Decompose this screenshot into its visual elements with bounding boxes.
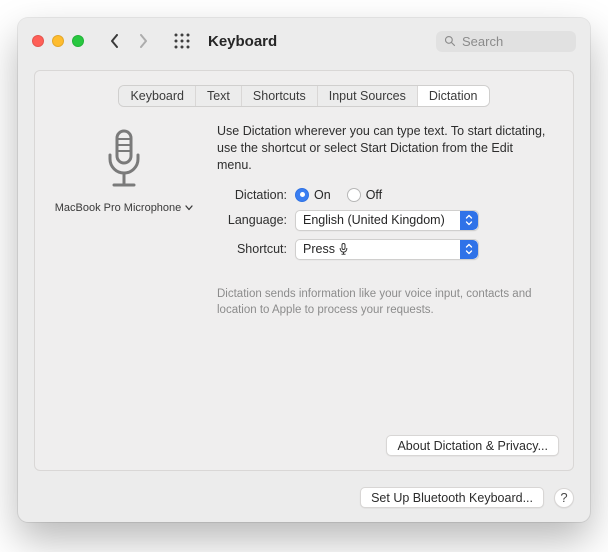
titlebar: Keyboard Search (18, 18, 590, 64)
nav-arrows (108, 34, 150, 48)
zoom-window-button[interactable] (72, 35, 84, 47)
shortcut-popup[interactable]: Press (295, 239, 479, 260)
microphone-glyph-icon (339, 243, 348, 255)
prefs-window: Keyboard Search Keyboard Text Shortcuts … (18, 18, 590, 522)
search-placeholder: Search (462, 34, 503, 49)
on-label: On (314, 188, 331, 202)
dictation-on-radio[interactable]: On (295, 188, 331, 202)
tab-bar: Keyboard Text Shortcuts Input Sources Di… (118, 85, 489, 107)
dictation-toggle: On Off (295, 188, 555, 202)
tab-input-sources[interactable]: Input Sources (318, 86, 418, 106)
shortcut-value: Press (296, 242, 460, 256)
tab-dictation[interactable]: Dictation (418, 86, 489, 106)
tab-shortcuts[interactable]: Shortcuts (242, 86, 318, 106)
dictation-off-radio[interactable]: Off (347, 188, 382, 202)
back-button[interactable] (108, 34, 122, 48)
radio-checked-icon (295, 188, 309, 202)
popup-arrows-icon (460, 240, 478, 259)
minimize-window-button[interactable] (52, 35, 64, 47)
setup-bluetooth-button[interactable]: Set Up Bluetooth Keyboard... (360, 487, 544, 508)
tab-text[interactable]: Text (196, 86, 242, 106)
language-row-label: Language: (217, 213, 287, 227)
shortcut-row-label: Shortcut: (217, 242, 287, 256)
search-field[interactable]: Search (436, 31, 576, 52)
settings-form: Dictation: On Off Language: Englis (217, 188, 555, 260)
help-button[interactable]: ? (554, 488, 574, 508)
privacy-note: Dictation sends information like your vo… (217, 286, 555, 319)
dictation-row-label: Dictation: (217, 188, 287, 202)
tab-keyboard[interactable]: Keyboard (119, 86, 196, 106)
footer: Set Up Bluetooth Keyboard... ? (18, 487, 590, 522)
window-title: Keyboard (208, 33, 277, 50)
language-value: English (United Kingdom) (296, 213, 460, 227)
search-icon (444, 35, 456, 47)
settings-column: Use Dictation wherever you can type text… (217, 123, 559, 319)
radio-unchecked-icon (347, 188, 361, 202)
about-dictation-button[interactable]: About Dictation & Privacy... (386, 435, 559, 456)
microphone-label: MacBook Pro Microphone (55, 202, 182, 214)
close-window-button[interactable] (32, 35, 44, 47)
dictation-description: Use Dictation wherever you can type text… (217, 123, 555, 174)
language-popup[interactable]: English (United Kingdom) (295, 210, 479, 231)
dictation-panel: MacBook Pro Microphone Use Dictation whe… (49, 123, 559, 319)
popup-arrows-icon (460, 211, 478, 230)
content-pane: Keyboard Text Shortcuts Input Sources Di… (34, 70, 574, 471)
off-label: Off (366, 188, 382, 202)
microphone-select[interactable]: MacBook Pro Microphone (55, 202, 194, 214)
mic-column: MacBook Pro Microphone (49, 123, 199, 319)
show-all-icon[interactable] (174, 33, 190, 49)
chevron-down-icon (185, 203, 193, 213)
microphone-icon (100, 129, 148, 194)
forward-button[interactable] (136, 34, 150, 48)
window-controls (32, 35, 84, 47)
